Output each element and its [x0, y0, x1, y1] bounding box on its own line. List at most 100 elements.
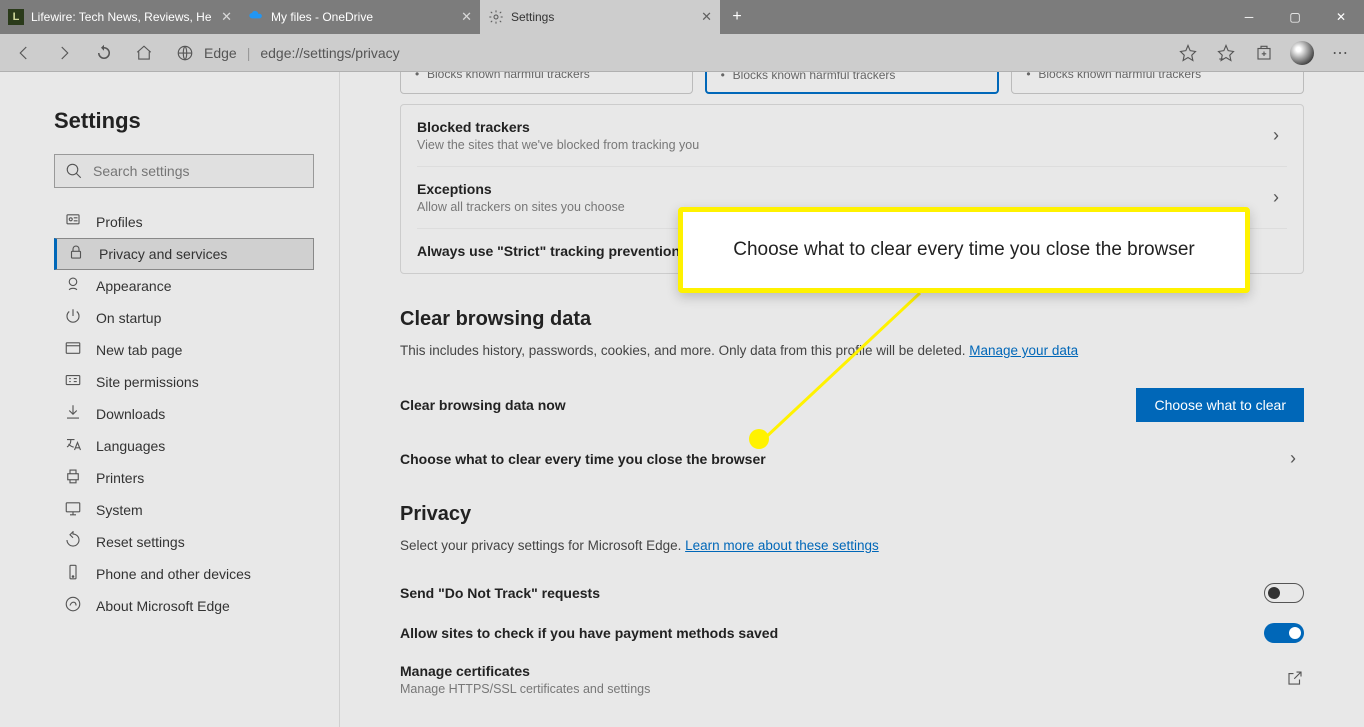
- maximize-button[interactable]: ▢: [1272, 0, 1318, 34]
- tab-label: Settings: [511, 10, 693, 24]
- close-icon[interactable]: ✕: [221, 9, 232, 25]
- tracking-card-basic[interactable]: Blocks known harmful trackers: [400, 72, 693, 94]
- callout-box: Choose what to clear every time you clos…: [678, 207, 1250, 293]
- sidebar-item-permissions[interactable]: Site permissions: [54, 366, 314, 398]
- sidebar-item-system[interactable]: System: [54, 494, 314, 526]
- clear-heading: Clear browsing data: [400, 308, 1304, 331]
- sidebar-item-label: Profiles: [96, 214, 143, 230]
- sidebar-item-label: Printers: [96, 470, 144, 486]
- sidebar-item-newtab[interactable]: New tab page: [54, 334, 314, 366]
- sidebar-item-label: Appearance: [96, 278, 172, 294]
- newtab-icon: [64, 339, 82, 361]
- close-icon[interactable]: ✕: [461, 9, 472, 25]
- privacy-heading: Privacy: [400, 503, 1304, 526]
- sidebar-item-startup[interactable]: On startup: [54, 302, 314, 334]
- sidebar-item-languages[interactable]: Languages: [54, 430, 314, 462]
- clear-desc: This includes history, passwords, cookie…: [400, 343, 1304, 358]
- address-bar[interactable]: Edge | edge://settings/privacy: [166, 38, 1166, 68]
- tracking-card-strict[interactable]: Blocks known harmful trackers: [1011, 72, 1304, 94]
- favorites-list-button[interactable]: [1208, 35, 1244, 71]
- sidebar-item-downloads[interactable]: Downloads: [54, 398, 314, 430]
- sidebar-item-about[interactable]: About Microsoft Edge: [54, 590, 314, 622]
- engine-label: Edge: [204, 45, 237, 61]
- learn-more-link[interactable]: Learn more about these settings: [685, 538, 879, 553]
- favicon-lifewire: L: [8, 9, 24, 25]
- back-button[interactable]: [6, 35, 42, 71]
- power-icon: [64, 307, 82, 329]
- callout-dot: [749, 429, 769, 449]
- sidebar-item-label: Privacy and services: [99, 246, 227, 262]
- choose-clear-button[interactable]: Choose what to clear: [1136, 388, 1304, 422]
- sidebar-item-label: System: [96, 502, 143, 518]
- edge-icon: [176, 44, 194, 62]
- payment-row: Allow sites to check if you have payment…: [400, 623, 1304, 643]
- download-icon: [64, 403, 82, 425]
- favorite-button[interactable]: [1170, 35, 1206, 71]
- sidebar-item-label: Phone and other devices: [96, 566, 251, 582]
- sidebar-item-label: Reset settings: [96, 534, 185, 550]
- sidebar-item-label: Downloads: [96, 406, 165, 422]
- sidebar-item-label: On startup: [96, 310, 161, 326]
- sidebar-item-printers[interactable]: Printers: [54, 462, 314, 494]
- settings-main: Blocks known harmful trackers Blocks kno…: [340, 72, 1364, 727]
- sidebar-item-label: Site permissions: [96, 374, 199, 390]
- settings-page: Settings Profiles Privacy and services A…: [0, 72, 1364, 727]
- lock-icon: [67, 243, 85, 265]
- sidebar-item-appearance[interactable]: Appearance: [54, 270, 314, 302]
- printer-icon: [64, 467, 82, 489]
- new-tab-button[interactable]: +: [720, 0, 754, 34]
- sidebar-item-label: New tab page: [96, 342, 182, 358]
- payment-toggle[interactable]: [1264, 623, 1304, 643]
- chevron-right-icon: ›: [1265, 187, 1287, 208]
- window-controls: ─ ▢ ✕: [1226, 0, 1364, 34]
- clear-now-row: Clear browsing data now Choose what to c…: [400, 388, 1304, 422]
- tracking-card-balanced[interactable]: Blocks known harmful trackers: [705, 72, 1000, 94]
- menu-button[interactable]: ⋯: [1322, 35, 1358, 71]
- external-icon: [1286, 669, 1304, 691]
- sidebar-item-privacy[interactable]: Privacy and services: [54, 238, 314, 270]
- gear-icon: [488, 9, 504, 25]
- minimize-button[interactable]: ─: [1226, 0, 1272, 34]
- toolbar: Edge | edge://settings/privacy ⋯: [0, 34, 1364, 72]
- callout-text: Choose what to clear every time you clos…: [733, 239, 1195, 261]
- sidebar-item-profiles[interactable]: Profiles: [54, 206, 314, 238]
- tab-onedrive[interactable]: My files - OneDrive ✕: [240, 0, 480, 34]
- forward-button[interactable]: [46, 35, 82, 71]
- search-settings[interactable]: [54, 154, 314, 188]
- certs-row[interactable]: Manage certificates Manage HTTPS/SSL cer…: [400, 663, 1304, 696]
- home-button[interactable]: [126, 35, 162, 71]
- page-title: Settings: [54, 108, 339, 134]
- close-window-button[interactable]: ✕: [1318, 0, 1364, 34]
- sidebar-item-label: Languages: [96, 438, 165, 454]
- close-icon[interactable]: ✕: [701, 9, 712, 25]
- privacy-desc: Select your privacy settings for Microso…: [400, 538, 1304, 553]
- tab-lifewire[interactable]: L Lifewire: Tech News, Reviews, He ✕: [0, 0, 240, 34]
- favicon-onedrive: [248, 9, 264, 25]
- chevron-right-icon: ›: [1265, 125, 1287, 146]
- tab-label: My files - OneDrive: [271, 10, 453, 24]
- dnt-toggle[interactable]: [1264, 583, 1304, 603]
- search-icon: [65, 162, 83, 180]
- system-icon: [64, 499, 82, 521]
- collections-button[interactable]: [1246, 35, 1282, 71]
- profile-button[interactable]: [1284, 35, 1320, 71]
- refresh-button[interactable]: [86, 35, 122, 71]
- url-text: edge://settings/privacy: [260, 45, 399, 61]
- manage-data-link[interactable]: Manage your data: [969, 343, 1078, 358]
- language-icon: [64, 435, 82, 457]
- settings-sidebar: Settings Profiles Privacy and services A…: [0, 72, 340, 727]
- appearance-icon: [64, 275, 82, 297]
- search-input[interactable]: [93, 163, 303, 179]
- about-icon: [64, 595, 82, 617]
- sidebar-item-phone[interactable]: Phone and other devices: [54, 558, 314, 590]
- clear-every-time-row[interactable]: Choose what to clear every time you clos…: [400, 448, 1304, 469]
- tab-settings[interactable]: Settings ✕: [480, 0, 720, 34]
- phone-icon: [64, 563, 82, 585]
- blocked-trackers-row[interactable]: Blocked trackersView the sites that we'v…: [417, 105, 1287, 166]
- chevron-right-icon: ›: [1282, 448, 1304, 469]
- reset-icon: [64, 531, 82, 553]
- profile-icon: [64, 211, 82, 233]
- permissions-icon: [64, 371, 82, 393]
- sidebar-item-reset[interactable]: Reset settings: [54, 526, 314, 558]
- tab-label: Lifewire: Tech News, Reviews, He: [31, 10, 213, 24]
